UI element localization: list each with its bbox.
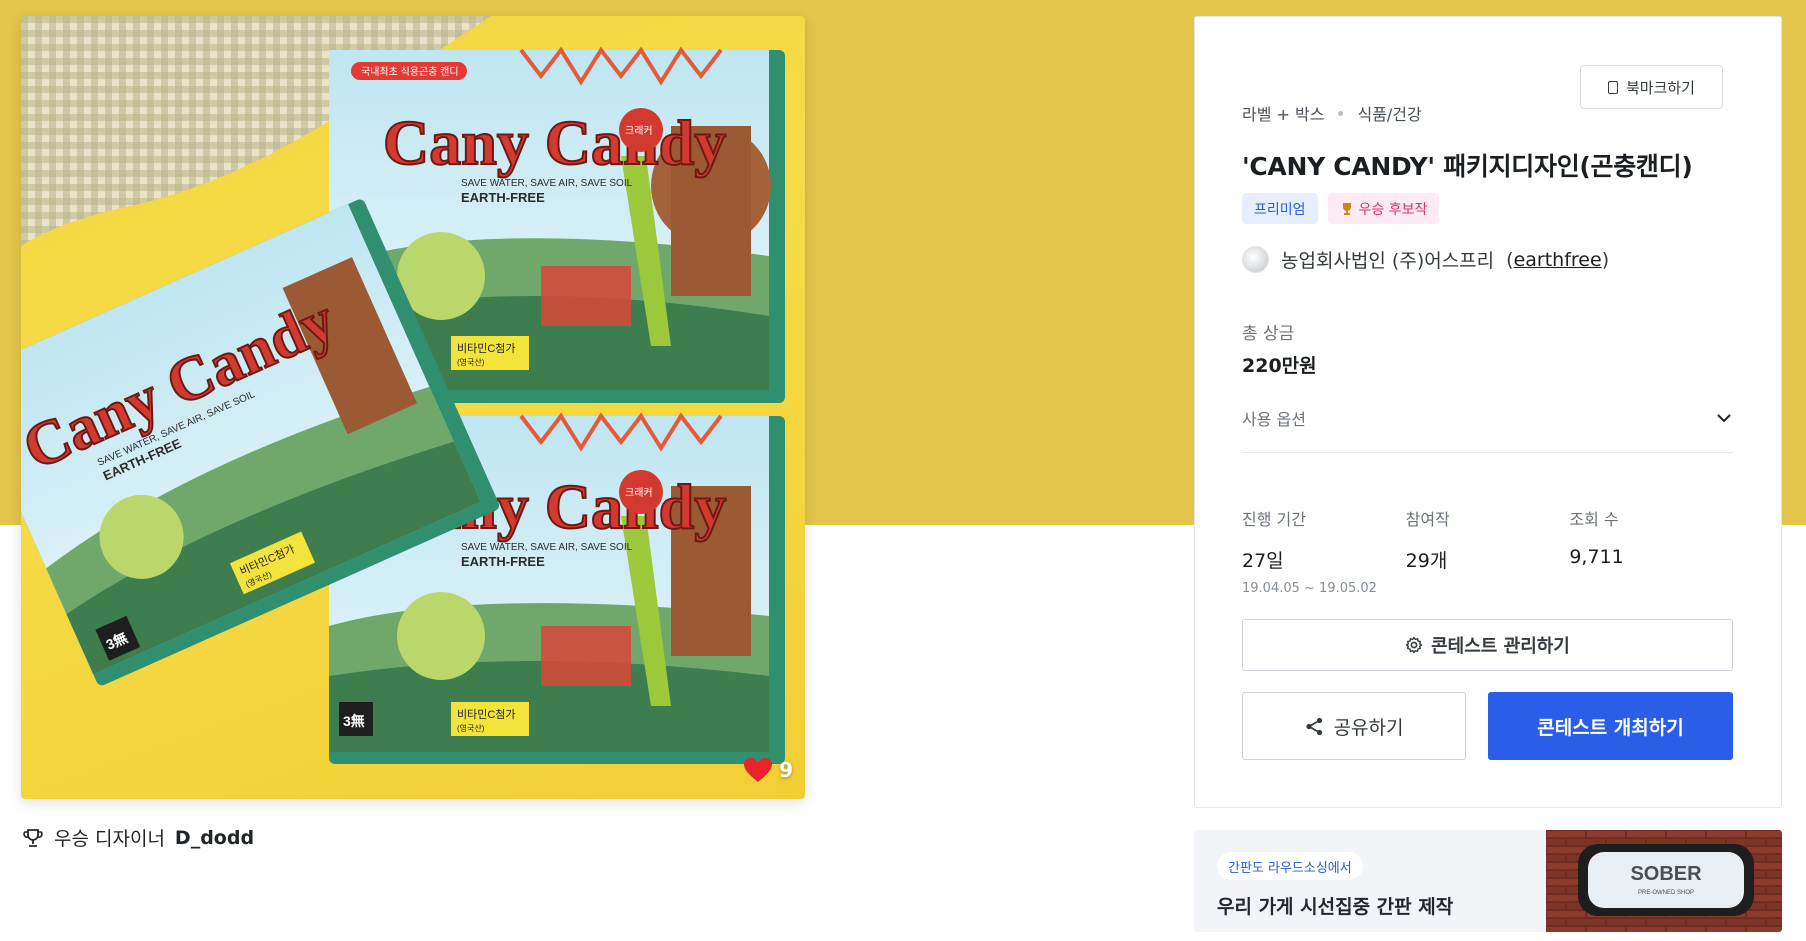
winner-designer: 우승 디자이너 D_dodd bbox=[22, 824, 254, 851]
box-bottom-vitamin-sub: (영국산) bbox=[457, 723, 485, 733]
candidate-badge: 우승 후보작 bbox=[1327, 193, 1440, 224]
share-icon bbox=[1305, 717, 1322, 735]
box-bottom-3free: 3無 bbox=[343, 713, 365, 729]
stat-value: 9,711 bbox=[1569, 546, 1624, 568]
ad-tag: 간판도 라우드소싱에서 bbox=[1217, 852, 1363, 880]
prize-value: 220만원 bbox=[1242, 355, 1317, 377]
box-bottom-vitamin: 비타민C첨가 bbox=[457, 708, 516, 721]
chevron-down-icon bbox=[1717, 414, 1731, 423]
stat-views: 조회 수 9,711 bbox=[1569, 506, 1733, 596]
box-top-flavor: 크래커 bbox=[625, 125, 653, 137]
box-top-subtagline: EARTH-FREE bbox=[461, 190, 545, 205]
breadcrumb-separator bbox=[1338, 110, 1344, 116]
avatar bbox=[1242, 246, 1269, 273]
stats-row: 진행 기간 27일 19.04.05 ~ 19.05.02 참여작 29개 조회… bbox=[1242, 506, 1733, 596]
ad-headline: 우리 가게 시선집중 간판 제작 bbox=[1217, 896, 1454, 918]
box-top-vitamin: 비타민C첨가 bbox=[457, 342, 516, 355]
box-bottom-tagline: SAVE WATER, SAVE AIR, SAVE SOIL bbox=[461, 542, 633, 553]
stat-entries: 참여작 29개 bbox=[1406, 506, 1570, 596]
trophy-icon bbox=[23, 828, 43, 847]
category-sub[interactable]: 식품/건강 bbox=[1357, 101, 1421, 125]
box-top-brand: Cany Candy bbox=[383, 107, 726, 178]
stat-label: 조회 수 bbox=[1569, 510, 1619, 529]
ad-banner[interactable]: 간판도 라우드소싱에서 우리 가게 시선집중 간판 제작 SOBER PRE-O… bbox=[1194, 830, 1782, 932]
contest-title: 'CANY CANDY' 패키지디자인(곤충캔디) bbox=[1242, 152, 1693, 181]
contest-artwork[interactable]: Cany Candy SAVE WATER, SAVE AIR, SAVE SO… bbox=[21, 16, 805, 799]
heart-icon bbox=[744, 758, 773, 782]
like-counter[interactable]: 9 bbox=[743, 757, 793, 783]
ad-sign-image: SOBER PRE-OWNED SHOP bbox=[1546, 830, 1782, 932]
bookmark-button[interactable]: 북마크하기 bbox=[1580, 65, 1723, 109]
premium-badge: 프리미엄 bbox=[1242, 193, 1318, 224]
manage-contest-button[interactable]: 콘테스트 관리하기 bbox=[1242, 619, 1733, 671]
box-top-tagline: SAVE WATER, SAVE AIR, SAVE SOIL bbox=[461, 178, 633, 189]
contest-info-card: 북마크하기 라벨 + 박스 식품/건강 'CANY CANDY' 패키지디자인(… bbox=[1194, 16, 1782, 808]
breadcrumb: 라벨 + 박스 식품/건강 bbox=[1242, 101, 1422, 125]
host-name: 농업회사법인 (주)어스프리 bbox=[1281, 250, 1495, 272]
prize-label: 총 상금 bbox=[1242, 324, 1295, 344]
ad-sign-subtext: PRE-OWNED SHOP bbox=[1638, 890, 1694, 896]
bookmark-label: 북마크하기 bbox=[1625, 78, 1695, 97]
share-label: 공유하기 bbox=[1333, 716, 1404, 739]
stat-date-range: 19.04.05 ~ 19.05.02 bbox=[1242, 581, 1377, 596]
badge-row: 프리미엄 우승 후보작 bbox=[1242, 193, 1440, 224]
usage-options-toggle[interactable]: 사용 옵션 bbox=[1242, 403, 1733, 433]
candidate-badge-label: 우승 후보작 bbox=[1358, 201, 1428, 218]
stat-label: 참여작 bbox=[1405, 510, 1450, 529]
share-button[interactable]: 공유하기 bbox=[1242, 692, 1466, 760]
ad-sign-text: SOBER bbox=[1630, 863, 1702, 885]
box-top-vitamin-sub: (영국산) bbox=[457, 357, 485, 367]
category-main[interactable]: 라벨 + 박스 bbox=[1242, 101, 1324, 125]
like-count: 9 bbox=[779, 758, 793, 782]
stat-period: 진행 기간 27일 19.04.05 ~ 19.05.02 bbox=[1242, 506, 1406, 596]
bookmark-icon bbox=[1607, 80, 1618, 94]
premium-badge-label: 프리미엄 bbox=[1254, 201, 1306, 218]
stat-value: 29개 bbox=[1405, 550, 1448, 572]
stat-value: 27일 bbox=[1242, 550, 1284, 572]
host-info[interactable]: 농업회사법인 (주)어스프리 (earthfree) bbox=[1242, 246, 1609, 273]
box-bottom-flavor: 크래커 bbox=[625, 487, 653, 499]
box-bottom-subtagline: EARTH-FREE bbox=[461, 554, 545, 569]
host-contest-button[interactable]: 콘테스트 개최하기 bbox=[1488, 692, 1733, 760]
winner-prefix: 우승 디자이너 bbox=[54, 828, 165, 850]
box-top-corner-label: 국내최초 식용곤충 캔디 bbox=[361, 66, 459, 78]
divider bbox=[1242, 452, 1733, 453]
manage-contest-label: 콘테스트 관리하기 bbox=[1431, 636, 1570, 657]
stat-label: 진행 기간 bbox=[1242, 510, 1306, 529]
host-handle-link[interactable]: earthfree bbox=[1514, 249, 1602, 271]
winner-name[interactable]: D_dodd bbox=[175, 827, 254, 849]
trophy-icon bbox=[1342, 202, 1351, 215]
gear-icon bbox=[1405, 636, 1423, 654]
host-contest-label: 콘테스트 개최하기 bbox=[1537, 716, 1684, 739]
usage-options-label: 사용 옵션 bbox=[1242, 410, 1306, 429]
artwork-illustration: Cany Candy SAVE WATER, SAVE AIR, SAVE SO… bbox=[21, 16, 785, 764]
